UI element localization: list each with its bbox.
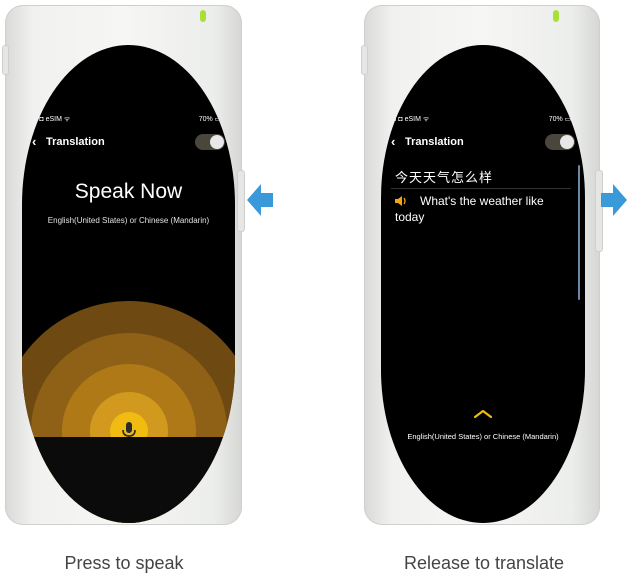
status-bar: ııl ◘ eSIM ᯤ 70% ▭ϟ bbox=[32, 115, 225, 125]
speak-now-heading: Speak Now bbox=[74, 180, 183, 203]
status-bar: ııl ◘ eSIM ᯤ 70% ▭ϟ bbox=[391, 115, 575, 125]
screen-speak: ııl ◘ eSIM ᯤ 70% ▭ϟ ‹ Translation Speak … bbox=[22, 45, 235, 523]
device-right: ııl ◘ eSIM ᯤ 70% ▭ϟ ‹ Translation 今天天气怎么… bbox=[361, 5, 603, 525]
app-header: ‹ Translation bbox=[391, 133, 575, 151]
back-chevron-icon[interactable]: ‹ bbox=[391, 133, 395, 151]
power-led bbox=[200, 10, 206, 22]
language-hint: English(United States) or Chinese (Manda… bbox=[47, 216, 210, 225]
toggle-knob bbox=[210, 135, 224, 149]
language-bar[interactable]: English(United States) or Chinese (Manda… bbox=[381, 432, 585, 441]
back-chevron-icon[interactable]: ‹ bbox=[32, 133, 36, 151]
page-title: Translation bbox=[405, 136, 464, 148]
caption-release: Release to translate bbox=[403, 553, 565, 573]
toggle-switch[interactable] bbox=[195, 134, 225, 150]
screen-translate: ııl ◘ eSIM ᯤ 70% ▭ϟ ‹ Translation 今天天气怎么… bbox=[381, 45, 585, 523]
source-text: 今天天气怎么样 bbox=[395, 170, 494, 185]
carrier-indicator: ııl ◘ eSIM ᯤ bbox=[32, 116, 71, 123]
app-header: ‹ Translation bbox=[32, 133, 225, 151]
battery-indicator: 70% ▭ϟ bbox=[548, 116, 575, 123]
side-button bbox=[2, 45, 9, 75]
scrollbar[interactable] bbox=[578, 165, 580, 300]
device-left: ııl ◘ eSIM ᯤ 70% ▭ϟ ‹ Translation Speak … bbox=[2, 5, 245, 525]
chevron-up-icon[interactable] bbox=[473, 409, 493, 419]
battery-indicator: 70% ▭ϟ bbox=[198, 116, 225, 123]
page-title: Translation bbox=[46, 136, 105, 148]
toggle-knob bbox=[560, 135, 574, 149]
power-led bbox=[553, 10, 559, 22]
translated-text: What's the weather like today bbox=[395, 194, 544, 224]
caption-press: Press to speak bbox=[64, 553, 184, 573]
side-button bbox=[361, 45, 368, 75]
arrow-left-icon bbox=[247, 184, 273, 216]
carrier-indicator: ııl ◘ eSIM ᯤ bbox=[391, 116, 430, 123]
arrow-right-icon bbox=[601, 184, 627, 216]
toggle-switch[interactable] bbox=[545, 134, 575, 150]
bottom-band bbox=[22, 437, 235, 523]
divider bbox=[391, 188, 571, 189]
side-button bbox=[237, 170, 245, 232]
